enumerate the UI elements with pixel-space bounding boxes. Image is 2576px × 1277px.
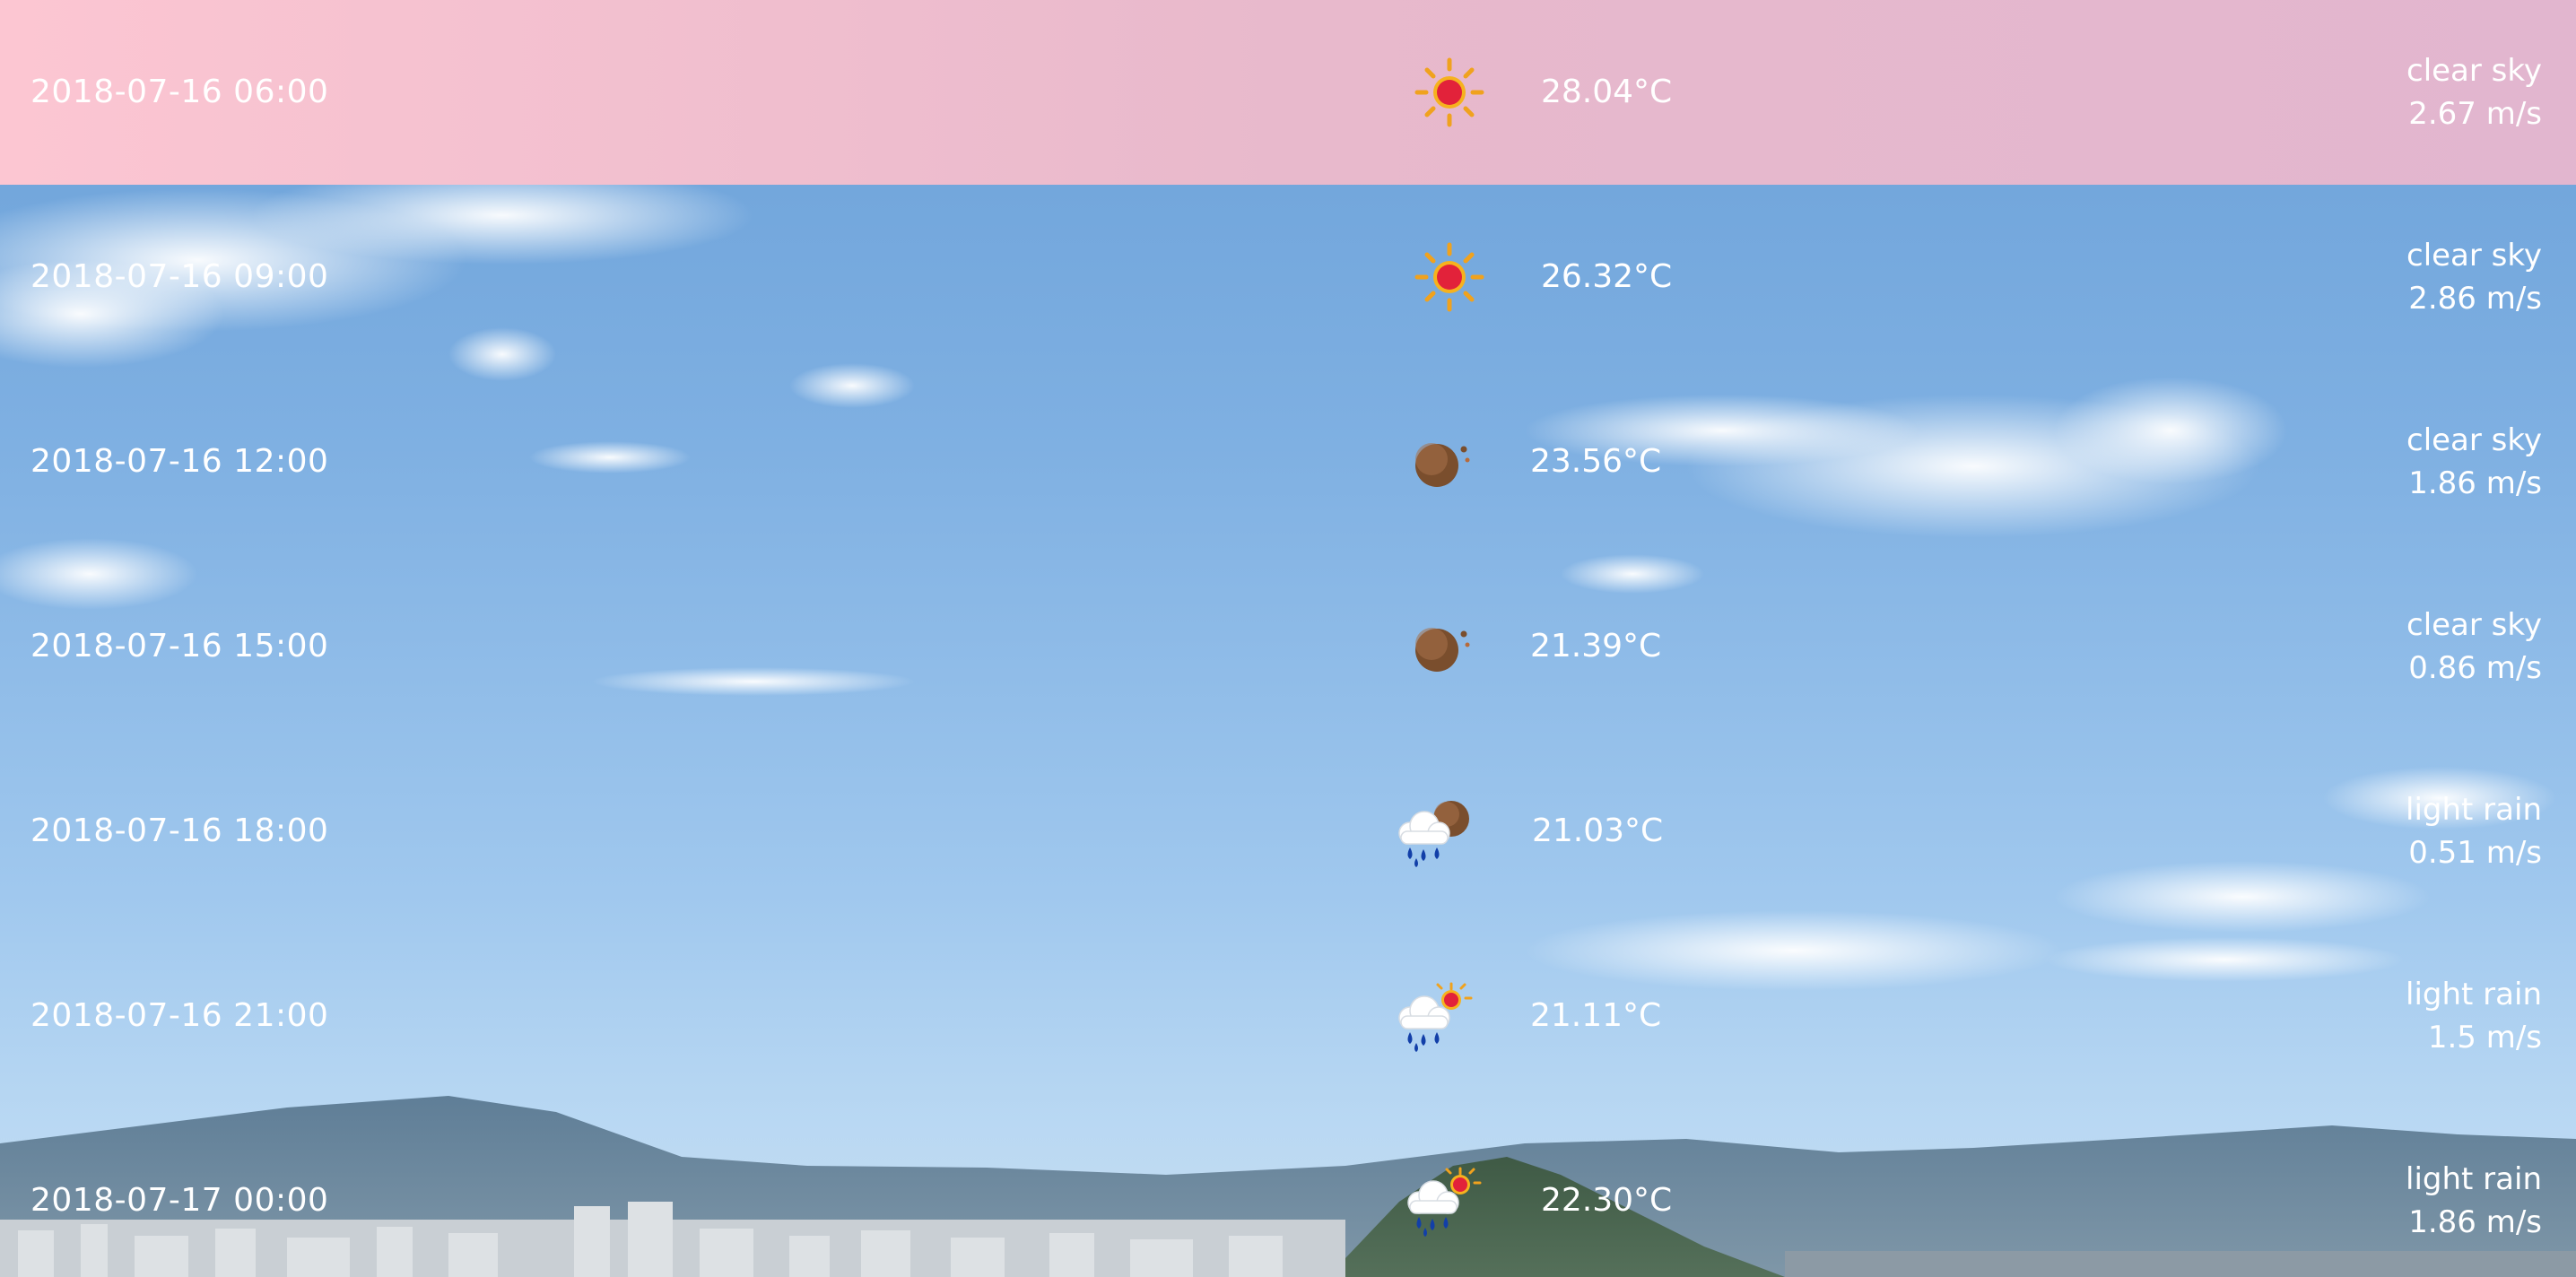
forecast-wind: 1.86 m/s [2408,1204,2542,1240]
forecast-description: clear sky [2406,238,2542,274]
forecast-temperature: 23.56°C [1530,443,1662,480]
forecast-temperature: 21.03°C [1532,812,1664,849]
weather-forecast-screen: 2018-07-16 06:00 28.04°C clear sky 2.67 … [0,0,2576,1277]
forecast-conditions: clear sky 2.86 m/s [2406,234,2542,320]
forecast-temperature: 22.30°C [1541,1182,1673,1219]
forecast-datetime: 2018-07-16 09:00 [30,258,329,295]
moon-icon [1415,628,1470,672]
forecast-row[interactable]: 2018-07-16 06:00 28.04°C clear sky 2.67 … [0,0,2576,185]
forecast-row[interactable]: 2018-07-17 00:00 22.30°C light rain 1.86… [0,1108,2576,1277]
forecast-wind: 1.5 m/s [2427,1020,2542,1055]
rain-day-icon [1398,982,1473,1052]
forecast-description: clear sky [2406,53,2542,89]
forecast-conditions: light rain 1.5 m/s [2406,973,2542,1059]
forecast-wind: 0.51 m/s [2408,835,2542,871]
moon-icon [1415,443,1470,487]
forecast-conditions: clear sky 2.67 m/s [2406,49,2542,135]
forecast-temperature: 21.39°C [1530,628,1662,665]
forecast-datetime: 2018-07-16 15:00 [30,628,329,665]
forecast-description: light rain [2406,977,2542,1012]
forecast-datetime: 2018-07-17 00:00 [30,1182,329,1219]
forecast-row[interactable]: 2018-07-16 12:00 23.56°C clear sky 1.86 … [0,369,2576,554]
forecast-description: clear sky [2406,607,2542,643]
forecast-temperature: 21.11°C [1530,997,1662,1034]
forecast-conditions: light rain 0.51 m/s [2406,788,2542,874]
forecast-datetime: 2018-07-16 06:00 [30,74,329,110]
rain-day-icon [1407,1167,1482,1237]
forecast-list: 2018-07-16 06:00 28.04°C clear sky 2.67 … [0,0,2576,1277]
forecast-wind: 0.86 m/s [2408,650,2542,686]
forecast-datetime: 2018-07-16 12:00 [30,443,329,480]
forecast-datetime: 2018-07-16 18:00 [30,812,329,849]
forecast-datetime: 2018-07-16 21:00 [30,997,329,1034]
forecast-row[interactable]: 2018-07-16 09:00 26.32°C clear sky 2.86 … [0,185,2576,369]
sun-icon [1414,57,1484,127]
forecast-wind: 2.67 m/s [2408,96,2542,132]
forecast-description: light rain [2406,792,2542,828]
forecast-conditions: clear sky 1.86 m/s [2406,419,2542,505]
forecast-row[interactable]: 2018-07-16 15:00 21.39°C clear sky 0.86 … [0,554,2576,739]
forecast-conditions: clear sky 0.86 m/s [2406,604,2542,690]
sun-icon [1414,242,1484,312]
forecast-description: light rain [2406,1161,2542,1197]
forecast-temperature: 26.32°C [1541,258,1673,295]
forecast-temperature: 28.04°C [1541,74,1673,110]
forecast-conditions: light rain 1.86 m/s [2406,1158,2542,1244]
forecast-row[interactable]: 2018-07-16 21:00 21.11°C light rain 1.5 … [0,924,2576,1108]
forecast-wind: 1.86 m/s [2408,465,2542,501]
forecast-wind: 2.86 m/s [2408,281,2542,317]
forecast-row[interactable]: 2018-07-16 18:00 21.03°C light rain 0.51… [0,739,2576,924]
forecast-description: clear sky [2406,422,2542,458]
rain-night-icon [1398,801,1469,867]
